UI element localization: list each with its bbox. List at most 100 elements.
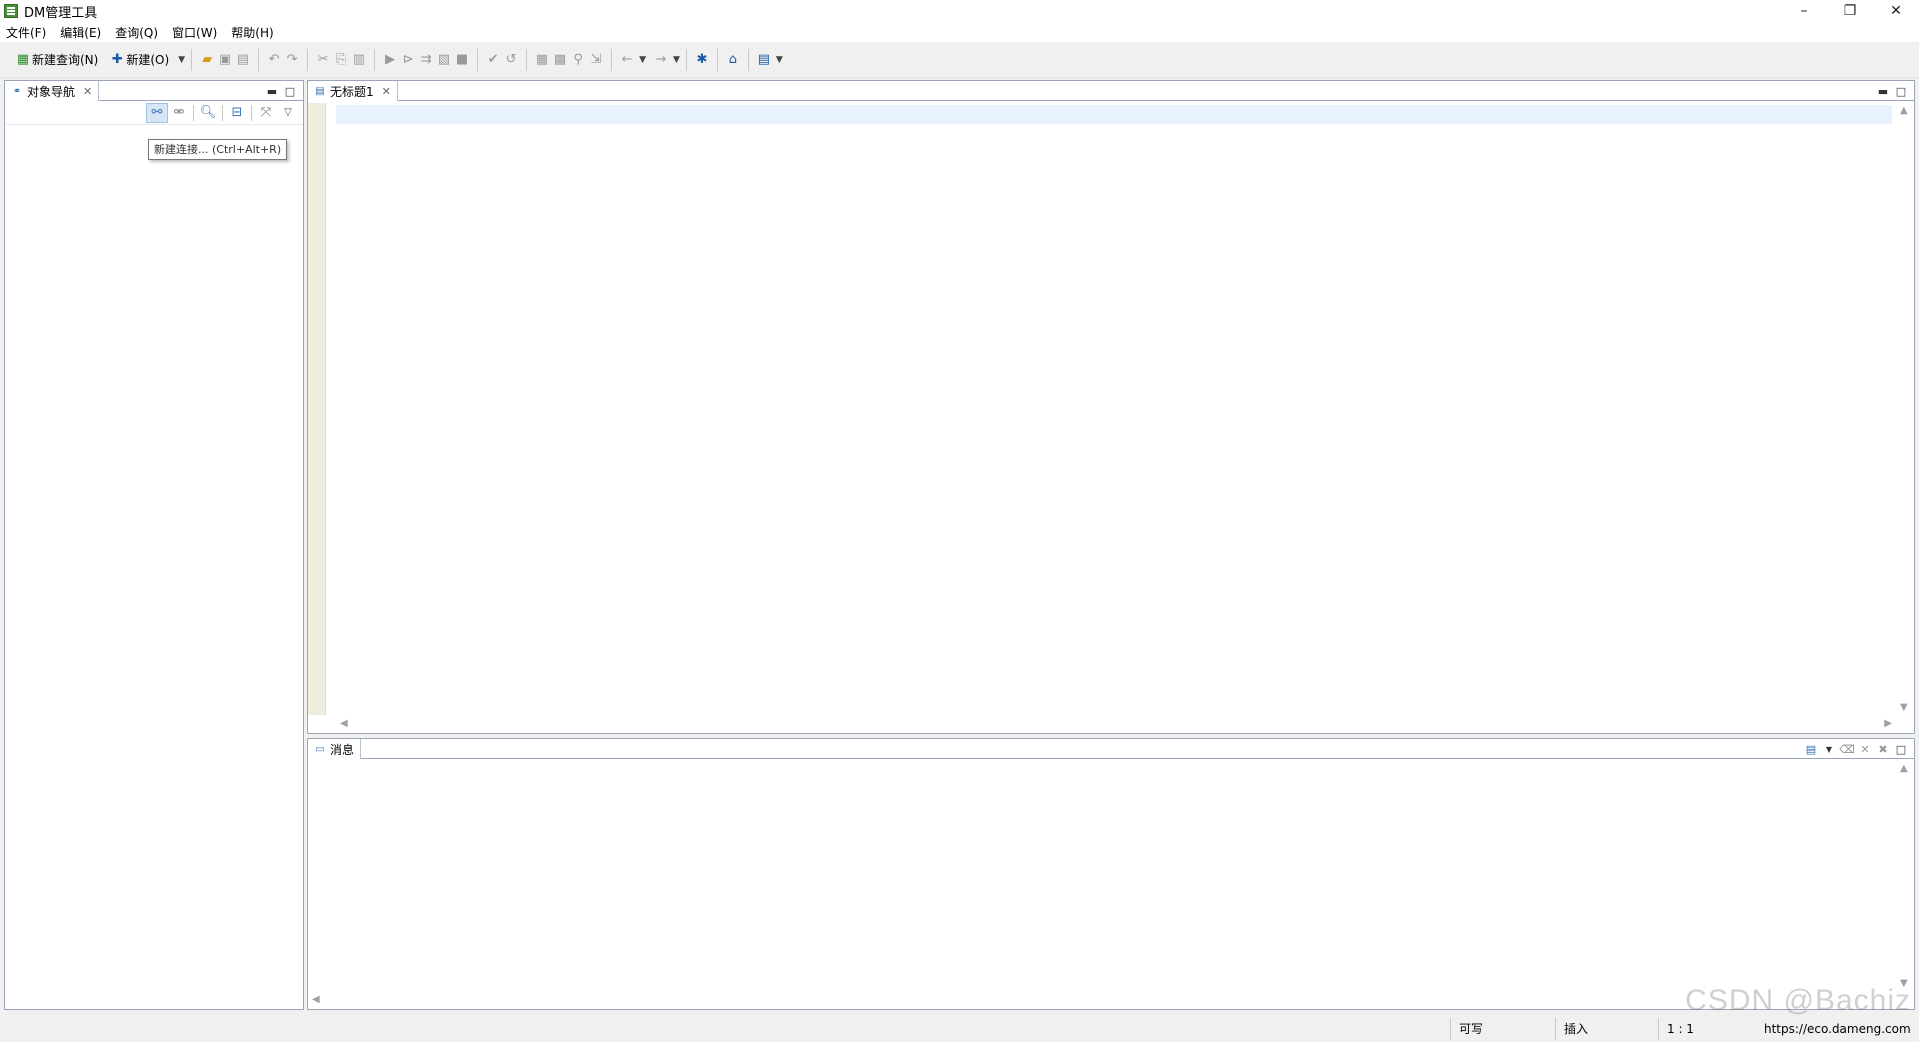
toolbar-separator xyxy=(747,48,749,71)
scroll-right-icon[interactable]: ▶ xyxy=(1884,718,1892,729)
sql-editor-panel: ▤ 无标题1 ✕ ▬ □ ▲ ▼ ◀ ▶ xyxy=(307,80,1915,734)
menu-file[interactable]: 文件(F) xyxy=(6,24,46,41)
commit-icon[interactable]: ✔ xyxy=(484,51,502,69)
maximize-button[interactable]: ❐ xyxy=(1827,0,1873,22)
display-mode-icon[interactable]: ▤ xyxy=(1802,741,1820,757)
save-all-icon[interactable]: ▤ xyxy=(234,51,252,69)
redo-icon[interactable]: ↷ xyxy=(283,51,301,69)
home-icon[interactable]: ⌂ xyxy=(724,51,742,69)
navigator-tab-strip: ⚭ 对象导航 ✕ ▬ □ xyxy=(5,81,303,101)
minimize-panel-icon[interactable]: ▬ xyxy=(1874,83,1892,99)
layout-icon[interactable]: ▤ xyxy=(755,51,773,69)
comment-icon[interactable]: ▦ xyxy=(533,51,551,69)
search-icon[interactable]: 🔍︎ xyxy=(197,103,219,123)
explain-icon[interactable]: ▧ xyxy=(435,51,453,69)
messages-tab-label: 消息 xyxy=(330,742,355,757)
collapse-all-icon[interactable]: ⊟ xyxy=(226,103,248,123)
debug-bug-icon[interactable]: ✱ xyxy=(693,51,711,69)
toolbar-separator xyxy=(611,48,613,71)
view-menu-icon[interactable]: ▽ xyxy=(277,103,299,123)
goto-line-icon[interactable]: ⇲ xyxy=(587,51,605,69)
maximize-panel-icon[interactable]: □ xyxy=(1892,741,1910,757)
forward-arrow-icon[interactable]: → xyxy=(652,51,670,69)
remove-icon[interactable]: ✕ xyxy=(1856,741,1874,757)
cut-icon[interactable]: ✂ xyxy=(314,51,332,69)
toolbar-separator xyxy=(191,48,193,71)
status-writable: 可写 xyxy=(1450,1018,1552,1040)
new-connection-tooltip: 新建连接... (Ctrl+Alt+R) xyxy=(148,139,288,160)
undo-icon[interactable]: ↶ xyxy=(265,51,283,69)
tab-messages[interactable]: ▭ 消息 xyxy=(308,739,362,759)
execute-script-icon[interactable]: ⇉ xyxy=(417,51,435,69)
navigator-tab-label: 对象导航 xyxy=(27,84,76,99)
disconnect-icon[interactable]: ⚮ xyxy=(168,103,190,123)
execute-icon[interactable]: ▶ xyxy=(381,51,399,69)
toolbar-separator xyxy=(374,48,376,71)
messages-horizontal-scrollbar[interactable]: ◀ xyxy=(308,991,1896,1009)
menu-bar: 文件(F) 编辑(E) 查询(Q) 窗口(W) 帮助(H) xyxy=(0,22,1919,42)
new-connection-icon[interactable]: ⚯ xyxy=(146,102,168,123)
new-dropdown-icon[interactable]: ▼ xyxy=(178,55,185,65)
maximize-panel-icon[interactable]: □ xyxy=(281,83,299,99)
display-mode-dropdown-icon[interactable]: ▼ xyxy=(1820,741,1838,757)
navigator-toolbar-separator xyxy=(193,104,194,121)
navigator-toolbar: ⚯ ⚮ 🔍︎ ⊟ ⤧ ▽ xyxy=(5,101,303,125)
clear-messages-icon[interactable]: ⌫ xyxy=(1838,741,1856,757)
editor-vertical-scrollbar[interactable]: ▲ ▼ xyxy=(1896,103,1914,715)
menu-query[interactable]: 查询(Q) xyxy=(115,24,158,41)
tab-object-navigator[interactable]: ⚭ 对象导航 ✕ xyxy=(5,81,100,101)
app-icon xyxy=(4,4,18,18)
close-tab-icon[interactable]: ✕ xyxy=(382,85,391,98)
scroll-left-icon[interactable]: ◀ xyxy=(312,994,320,1005)
menu-window[interactable]: 窗口(W) xyxy=(172,24,217,41)
scroll-up-icon[interactable]: ▲ xyxy=(1900,763,1908,774)
messages-panel-controls: ▤ ▼ ⌫ ✕ ✖ □ xyxy=(1802,741,1910,757)
toolbar-separator xyxy=(477,48,479,71)
window-controls: – ❐ ✕ xyxy=(1781,0,1919,22)
maximize-panel-icon[interactable]: □ xyxy=(1892,83,1910,99)
minimize-panel-icon[interactable]: ▬ xyxy=(263,83,281,99)
new-query-button[interactable]: ▦ 新建查询(N) xyxy=(10,47,102,73)
open-folder-icon[interactable]: ▰ xyxy=(198,51,216,69)
navigator-panel-controls: ▬ □ xyxy=(263,83,299,99)
scroll-up-icon[interactable]: ▲ xyxy=(1900,105,1908,116)
new-button[interactable]: ✚ 新建(O) xyxy=(104,47,173,73)
minimize-button[interactable]: – xyxy=(1781,0,1827,22)
close-button[interactable]: ✕ xyxy=(1873,0,1919,22)
paste-icon[interactable]: ▥ xyxy=(350,51,368,69)
editor-tab-strip: ▤ 无标题1 ✕ ▬ □ xyxy=(308,81,1914,101)
tab-untitled-1[interactable]: ▤ 无标题1 ✕ xyxy=(308,81,398,101)
layout-dropdown-icon[interactable]: ▼ xyxy=(776,55,783,65)
link-editor-icon[interactable]: ⤧ xyxy=(255,103,277,123)
scroll-down-icon[interactable]: ▼ xyxy=(1900,702,1908,713)
message-icon: ▭ xyxy=(315,743,325,755)
format-icon[interactable]: ⚲ xyxy=(569,51,587,69)
messages-vertical-scrollbar[interactable]: ▲ ▼ xyxy=(1896,761,1914,991)
stop-icon[interactable]: ■ xyxy=(453,51,471,69)
rollback-icon[interactable]: ↺ xyxy=(502,51,520,69)
navigator-toolbar-separator xyxy=(251,104,252,121)
copy-icon[interactable]: ⎘ xyxy=(332,51,350,69)
current-line-highlight xyxy=(336,105,1892,124)
toolbar-separator xyxy=(526,48,528,71)
editor-horizontal-scrollbar[interactable]: ◀ ▶ xyxy=(326,715,1896,733)
status-url-link[interactable]: https://eco.dameng.com xyxy=(1756,1018,1916,1040)
back-dropdown-icon[interactable]: ▼ xyxy=(639,55,646,65)
menu-edit[interactable]: 编辑(E) xyxy=(60,24,101,41)
forward-dropdown-icon[interactable]: ▼ xyxy=(673,55,680,65)
sql-editor-area[interactable]: ▲ ▼ ◀ ▶ xyxy=(308,103,1914,733)
uncomment-icon[interactable]: ▩ xyxy=(551,51,569,69)
close-tab-icon[interactable]: ✕ xyxy=(83,85,92,98)
editor-panel-controls: ▬ □ xyxy=(1874,83,1910,99)
scroll-left-icon[interactable]: ◀ xyxy=(340,718,348,729)
watermark: CSDN @Bachiz xyxy=(1685,984,1911,1017)
save-icon[interactable]: ▣ xyxy=(216,51,234,69)
execute-step-icon[interactable]: ⊳ xyxy=(399,51,417,69)
back-arrow-icon[interactable]: ← xyxy=(618,51,636,69)
new-label: 新建(O) xyxy=(126,53,170,67)
toolbar-separator xyxy=(685,48,687,71)
remove-all-icon[interactable]: ✖ xyxy=(1874,741,1892,757)
menu-help[interactable]: 帮助(H) xyxy=(231,24,273,41)
object-navigator-panel: ⚭ 对象导航 ✕ ▬ □ ⚯ ⚮ 🔍︎ ⊟ ⤧ ▽ xyxy=(4,80,304,1010)
messages-tab-strip: ▭ 消息 ▤ ▼ ⌫ ✕ ✖ □ xyxy=(308,739,1914,759)
